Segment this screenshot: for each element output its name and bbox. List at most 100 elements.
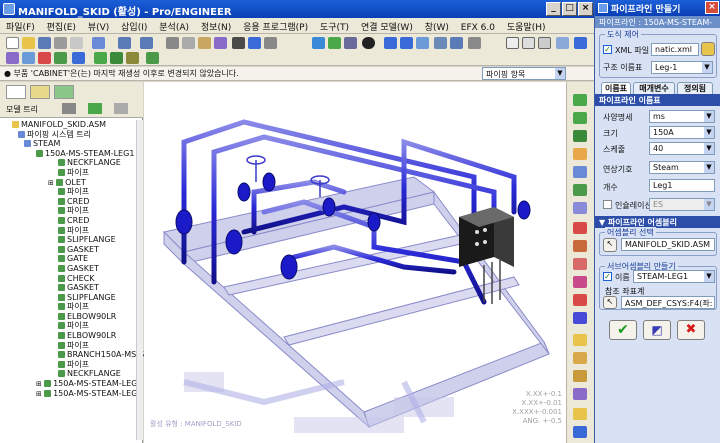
follow-icon[interactable] <box>573 130 587 142</box>
layers-icon[interactable] <box>468 37 481 49</box>
minimize-button[interactable]: _ <box>546 2 561 16</box>
cancel-button[interactable]: ✖ <box>677 320 705 340</box>
copy-icon[interactable] <box>182 37 195 49</box>
paste-icon[interactable] <box>198 37 211 49</box>
graphics-canvas[interactable]: 활성 유형 : MANIFOLD_SKID X.XX+-0.1 X.XX+-0.… <box>144 82 566 443</box>
tree-item[interactable]: CHECK <box>0 274 143 284</box>
tree-node-piping-system[interactable]: 파이핑 시스템 트리 <box>0 130 143 140</box>
undo-icon[interactable] <box>118 37 131 49</box>
select-arrow-icon[interactable]: ↖ <box>603 296 617 309</box>
schedule-select[interactable]: 40 ▼ <box>649 142 715 155</box>
zoom-in-icon[interactable] <box>384 37 397 49</box>
modify-icon[interactable] <box>573 352 587 364</box>
tab-name[interactable]: 이름표 <box>601 82 631 94</box>
named-views-icon[interactable] <box>434 37 447 49</box>
route-icon[interactable] <box>126 52 139 64</box>
collapse-icon[interactable]: ▼ <box>599 218 608 227</box>
menu-applications[interactable]: 응용 프로그램(P) <box>243 23 308 33</box>
sketch-icon[interactable] <box>72 52 85 64</box>
tree-item[interactable]: GATE <box>0 254 143 264</box>
tree-item[interactable]: GASKET <box>0 283 143 293</box>
tree-item[interactable]: 파이프 <box>0 226 143 236</box>
datum-point-icon[interactable] <box>38 52 51 64</box>
tree-item[interactable]: 파이프 <box>0 321 143 331</box>
email-icon[interactable] <box>70 37 83 49</box>
tab-model-tree[interactable] <box>6 85 26 99</box>
tree-item[interactable]: ELBOW90LR <box>0 331 143 341</box>
menu-help[interactable]: 도움말(H) <box>507 23 546 33</box>
ok-button[interactable]: ✔ <box>609 320 637 340</box>
save-icon[interactable] <box>38 37 51 49</box>
number-field[interactable]: Leg1 <box>649 179 715 192</box>
tree-item[interactable]: 파이프 <box>0 360 143 370</box>
tree-item[interactable]: SLIPFLANGE <box>0 293 143 303</box>
export-icon[interactable] <box>573 408 587 420</box>
tab-folder-browser[interactable] <box>30 85 50 99</box>
menu-efx[interactable]: EFX 6.0 <box>461 23 495 33</box>
tree-node-leg2[interactable]: ⊞ 150A-MS-STEAM-LEG2 <box>0 389 143 399</box>
menu-analysis[interactable]: 분석(A) <box>159 23 189 33</box>
subassembly-name-select[interactable]: STEAM-LEG1 ▼ <box>633 270 715 283</box>
tree-node-leg3[interactable]: ⊞ 150A-MS-STEAM-LEG3 <box>0 379 143 389</box>
struct-select[interactable]: Leg-1 ▼ <box>651 61 713 74</box>
arc-icon[interactable] <box>573 276 587 288</box>
pipeline-icon[interactable] <box>146 52 159 64</box>
xml-checkbox[interactable]: ✓ <box>603 45 612 54</box>
tab-favorites[interactable] <box>54 85 74 99</box>
menu-linked-model[interactable]: 연결 모델(W) <box>361 23 413 33</box>
extend-icon[interactable] <box>573 112 587 124</box>
curve-icon[interactable] <box>573 222 587 234</box>
datum-axis-icon[interactable] <box>22 52 35 64</box>
info-icon[interactable] <box>573 370 587 382</box>
subassembly-name-checkbox[interactable]: ✓ <box>603 272 612 281</box>
axis-icon[interactable] <box>573 312 587 324</box>
saved-views-icon[interactable] <box>450 37 463 49</box>
tree-item[interactable]: GASKET <box>0 264 143 274</box>
tree-item[interactable]: NECKFLANGE <box>0 369 143 379</box>
open-icon[interactable] <box>22 37 35 49</box>
tree-node-root[interactable]: MANIFOLD_SKID.ASM <box>0 120 143 130</box>
zoom-out-icon[interactable] <box>400 37 413 49</box>
appearance-icon[interactable] <box>574 37 587 49</box>
menu-view[interactable]: 뷰(V) <box>88 23 109 33</box>
tab-parameters[interactable]: 매개변수 <box>633 82 675 94</box>
open-folder-icon[interactable] <box>701 42 715 56</box>
tree-item[interactable]: 파이프 <box>0 187 143 197</box>
fitting-insert-icon[interactable] <box>573 202 587 214</box>
menu-file[interactable]: 파일(F) <box>6 23 35 33</box>
spec-select[interactable]: ms ▼ <box>649 110 715 123</box>
settings-icon[interactable] <box>62 103 76 114</box>
dialog-close-button[interactable]: × <box>705 1 719 14</box>
cut-icon[interactable] <box>166 37 179 49</box>
tree-node-leg1[interactable]: 150A-MS-STEAM-LEG1 <box>0 149 143 159</box>
xml-file-field[interactable]: natic.xml <box>651 43 699 56</box>
tab-defined[interactable]: 정의됨 <box>677 82 713 94</box>
regenerate-icon[interactable] <box>92 37 105 49</box>
mnemonic-select[interactable]: Steam ▼ <box>649 161 715 174</box>
no-hidden-icon[interactable] <box>538 37 551 49</box>
fitting-icon[interactable] <box>110 52 123 64</box>
point-icon[interactable] <box>573 294 587 306</box>
tree-node-steam[interactable]: STEAM <box>0 139 143 149</box>
size-select[interactable]: 150A ▼ <box>649 126 715 139</box>
print-icon[interactable] <box>54 37 67 49</box>
insulation-checkbox[interactable] <box>603 200 612 209</box>
columns-icon[interactable] <box>114 103 128 114</box>
tree-item[interactable]: 파이프 <box>0 341 143 351</box>
edit-icon[interactable] <box>573 334 587 346</box>
pipe-icon[interactable] <box>94 52 107 64</box>
datum-plane-icon[interactable] <box>6 52 19 64</box>
tree-item[interactable]: ⊞ OLET <box>0 178 143 188</box>
menu-window[interactable]: 창(W) <box>425 23 449 33</box>
branch-icon[interactable] <box>573 184 587 196</box>
redo-icon[interactable] <box>140 37 153 49</box>
preview-button[interactable]: ◩ <box>643 320 671 340</box>
assembly-field[interactable]: MANIFOLD_SKID.ASM <box>621 238 715 251</box>
tree-item[interactable]: 파이프 <box>0 168 143 178</box>
maximize-button[interactable]: □ <box>562 2 577 16</box>
menu-insert[interactable]: 삽입(I) <box>121 23 147 33</box>
ref-csys-field[interactable]: ASM_DEF_CSYS:F4(좌: <box>621 296 715 309</box>
tree-item[interactable]: 파이프 <box>0 302 143 312</box>
spline-icon[interactable] <box>573 258 587 270</box>
csys-icon[interactable] <box>54 52 67 64</box>
